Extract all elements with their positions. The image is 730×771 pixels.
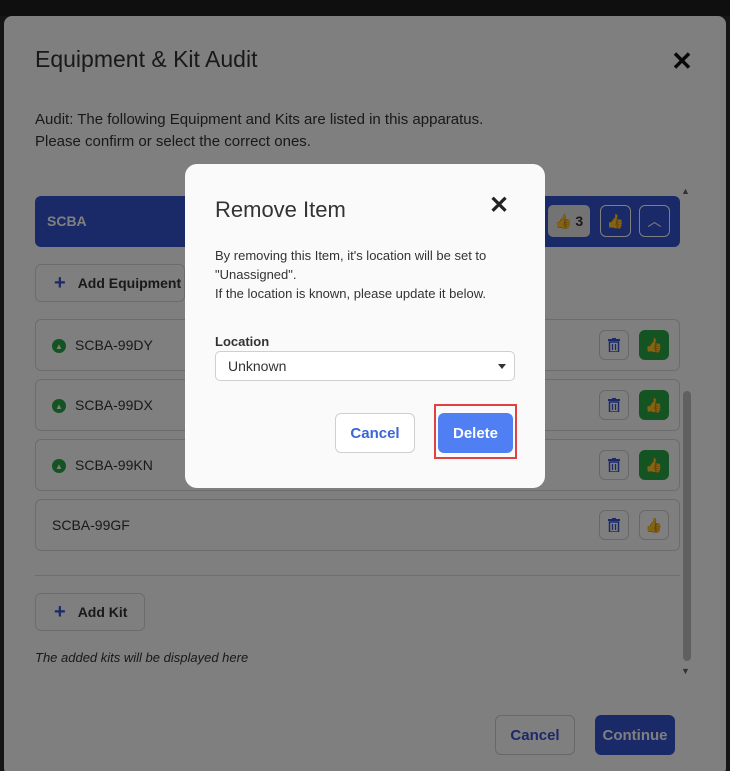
delete-button[interactable]: Delete	[438, 413, 513, 453]
location-select[interactable]: Unknown	[215, 351, 515, 381]
dialog-message: By removing this Item, it's location wil…	[215, 246, 525, 303]
location-label: Location	[215, 334, 270, 349]
dialog-title: Remove Item	[215, 197, 346, 222]
message-line: By removing this Item, it's location wil…	[215, 248, 487, 263]
close-icon[interactable]: ✕	[487, 194, 511, 218]
message-line: "Unassigned".	[215, 267, 297, 282]
message-line: If the location is known, please update …	[215, 286, 487, 301]
remove-item-dialog: Remove Item ✕ By removing this Item, it'…	[185, 164, 545, 488]
caret-down-icon	[498, 364, 506, 369]
location-value: Unknown	[228, 358, 287, 374]
dialog-cancel-button[interactable]: Cancel	[335, 413, 415, 453]
